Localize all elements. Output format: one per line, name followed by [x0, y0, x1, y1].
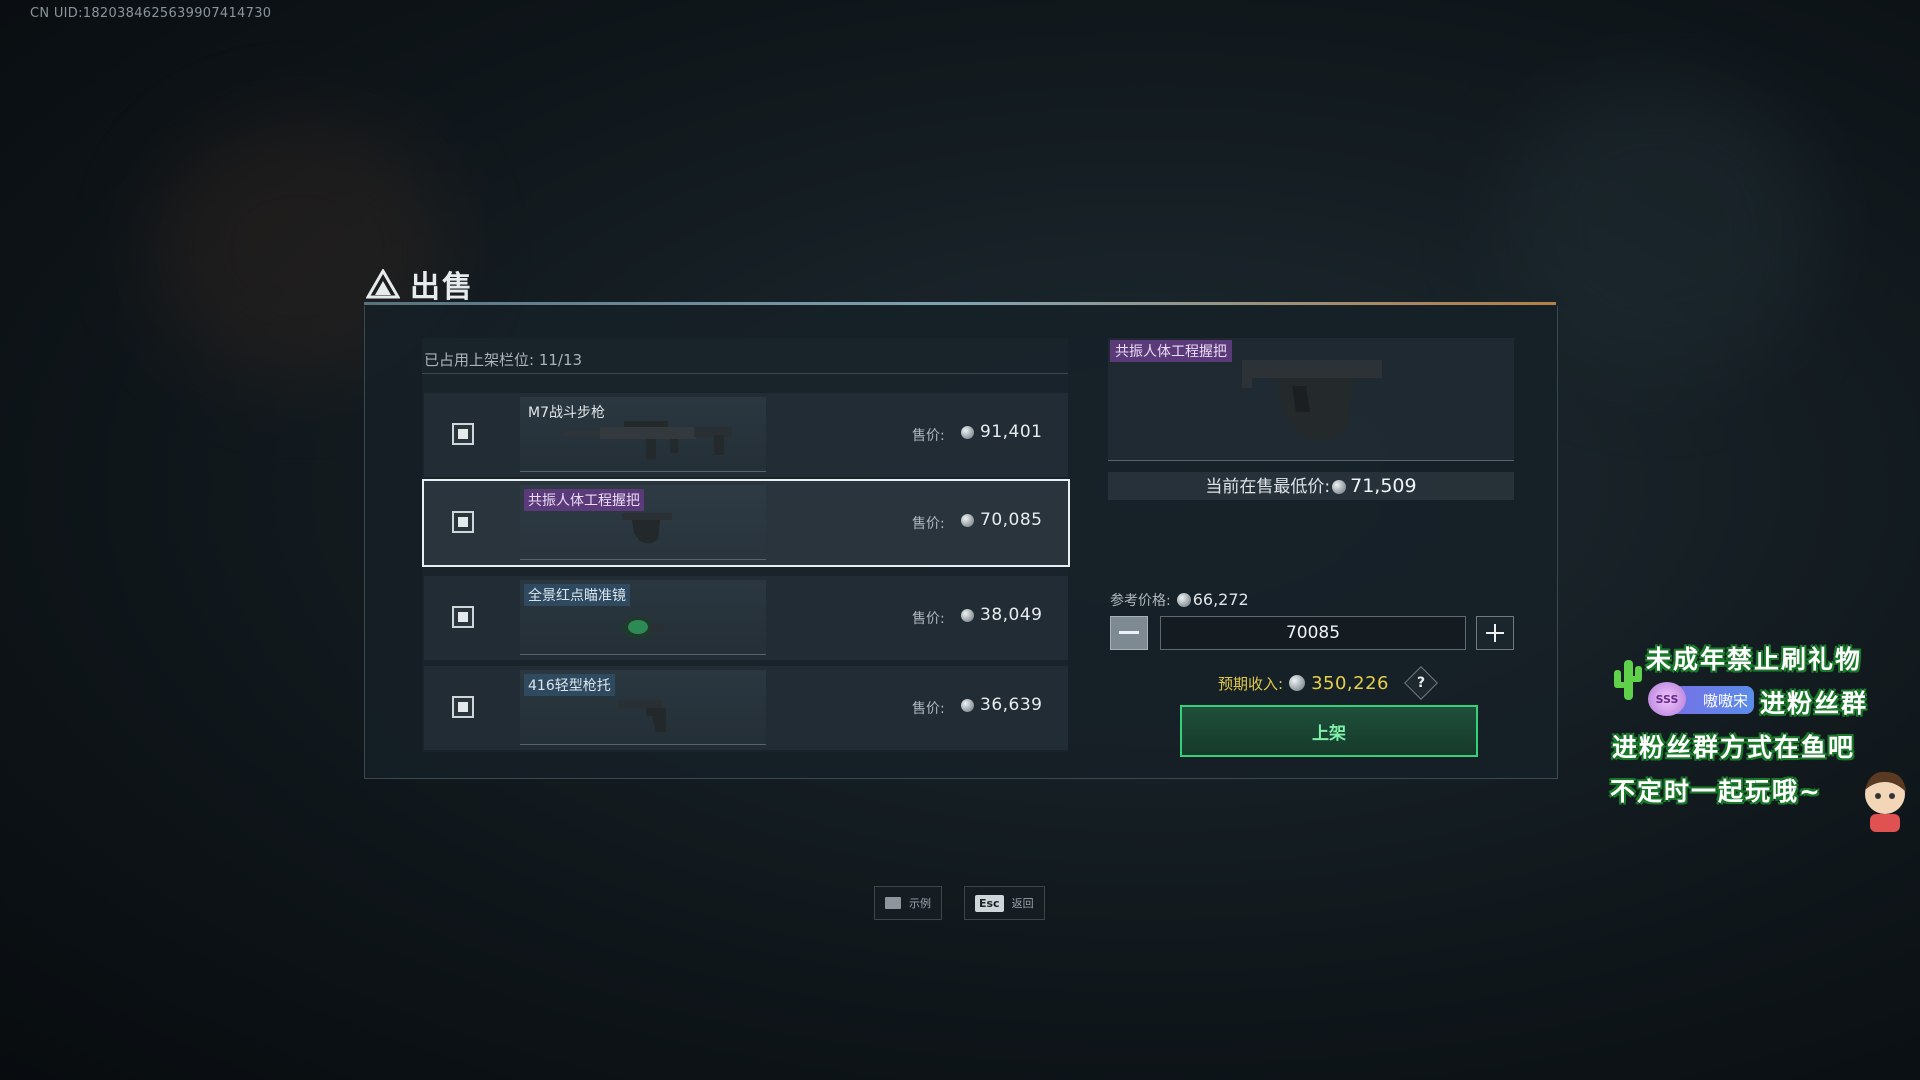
minus-icon — [1119, 631, 1139, 634]
item-price: 91,401 — [980, 422, 1043, 442]
slots-used-label: 已占用上架栏位: 11/13 — [424, 351, 583, 369]
checkbox[interactable] — [452, 423, 474, 445]
price-label: 售价: — [912, 701, 945, 717]
list-item[interactable]: 全景红点瞄准镜 售价: 38,049 — [424, 576, 1068, 660]
plus-icon — [1486, 624, 1504, 642]
checkbox[interactable] — [452, 606, 474, 628]
coin-icon — [961, 514, 974, 527]
item-name: 416轻型枪托 — [524, 674, 615, 696]
expected-income: 预期收入: 350,226 ? — [1218, 666, 1438, 700]
decrease-price-button[interactable] — [1110, 616, 1148, 650]
checkbox[interactable] — [452, 511, 474, 533]
overlay-line-1: 未成年禁止刷礼物 — [1646, 645, 1863, 674]
coin-icon — [961, 699, 974, 712]
item-name: 全景红点瞄准镜 — [524, 584, 630, 606]
list-item[interactable]: M7战斗步枪 售价: 91,401 — [424, 393, 1068, 477]
scope-icon — [622, 617, 664, 639]
grip-icon — [622, 513, 672, 544]
hint-example[interactable]: 示例 — [874, 886, 942, 920]
item-name: M7战斗步枪 — [528, 405, 605, 421]
coin-icon — [961, 426, 974, 439]
slots-divider — [422, 373, 1068, 374]
price-input[interactable] — [1160, 616, 1466, 650]
selected-item-preview: 共振人体工程握把 — [1108, 338, 1514, 461]
grip-preview-icon — [1242, 360, 1382, 442]
coin-icon — [1289, 675, 1306, 691]
rifle-icon — [564, 421, 732, 459]
list-item[interactable]: 416轻型枪托 售价: 36,639 — [424, 666, 1068, 750]
list-item-selected[interactable]: 共振人体工程握把 售价: 70,085 — [422, 479, 1070, 567]
overlay-line-4: 不定时一起玩哦~ — [1610, 777, 1822, 806]
price-label: 售价: — [912, 428, 945, 444]
hint-back[interactable]: Esc 返回 — [964, 886, 1045, 920]
book-icon — [885, 897, 901, 909]
item-price: 36,639 — [980, 695, 1043, 715]
list-for-sale-button[interactable]: 上架 — [1180, 705, 1478, 757]
coin-icon — [1176, 593, 1191, 607]
item-price: 70,085 — [980, 510, 1043, 530]
income-value: 350,226 — [1311, 672, 1389, 694]
lowest-price-value: 71,509 — [1350, 475, 1417, 497]
cactus-icon — [1614, 660, 1642, 700]
increase-price-button[interactable] — [1476, 616, 1514, 650]
reference-price-label: 参考价格: — [1110, 593, 1171, 609]
price-label: 售价: — [912, 516, 945, 532]
overlay-line-2: 进粉丝群 — [1760, 689, 1869, 718]
help-icon[interactable]: ? — [1404, 666, 1438, 700]
coin-icon — [961, 609, 974, 622]
uid-label: CN UID:1820384625639907414730 — [30, 6, 272, 21]
overlay-line-3: 进粉丝群方式在鱼吧 — [1612, 733, 1856, 762]
reference-price: 参考价格: 66,272 — [1110, 590, 1249, 610]
fan-badge-text: 嗷嗷宋 — [1702, 691, 1748, 710]
reference-price-value: 66,272 — [1192, 590, 1249, 609]
hint-label: 返回 — [1011, 897, 1034, 910]
stock-icon — [618, 700, 666, 732]
checkbox[interactable] — [452, 696, 474, 718]
price-label: 售价: — [912, 611, 945, 627]
fan-level-icon: SSS — [1648, 682, 1686, 716]
lowest-price-label: 当前在售最低价: — [1205, 477, 1331, 497]
item-price: 38,049 — [980, 605, 1043, 625]
income-label: 预期收入: — [1218, 674, 1284, 693]
esc-key-icon: Esc — [975, 894, 1004, 912]
hint-label: 示例 — [909, 897, 931, 910]
preview-item-name: 共振人体工程握把 — [1110, 340, 1232, 362]
sell-header: 出售 — [366, 262, 474, 306]
triangle-logo-icon — [366, 269, 400, 299]
avatar-icon — [1865, 771, 1906, 832]
item-name: 共振人体工程握把 — [524, 489, 644, 511]
fan-badge: SSS 嗷嗷宋 — [1648, 682, 1754, 716]
coin-icon — [1332, 480, 1347, 494]
page-title: 出售 — [410, 270, 474, 305]
header-divider — [364, 302, 1556, 305]
lowest-price-bar: 当前在售最低价: 71,509 — [1108, 472, 1514, 500]
